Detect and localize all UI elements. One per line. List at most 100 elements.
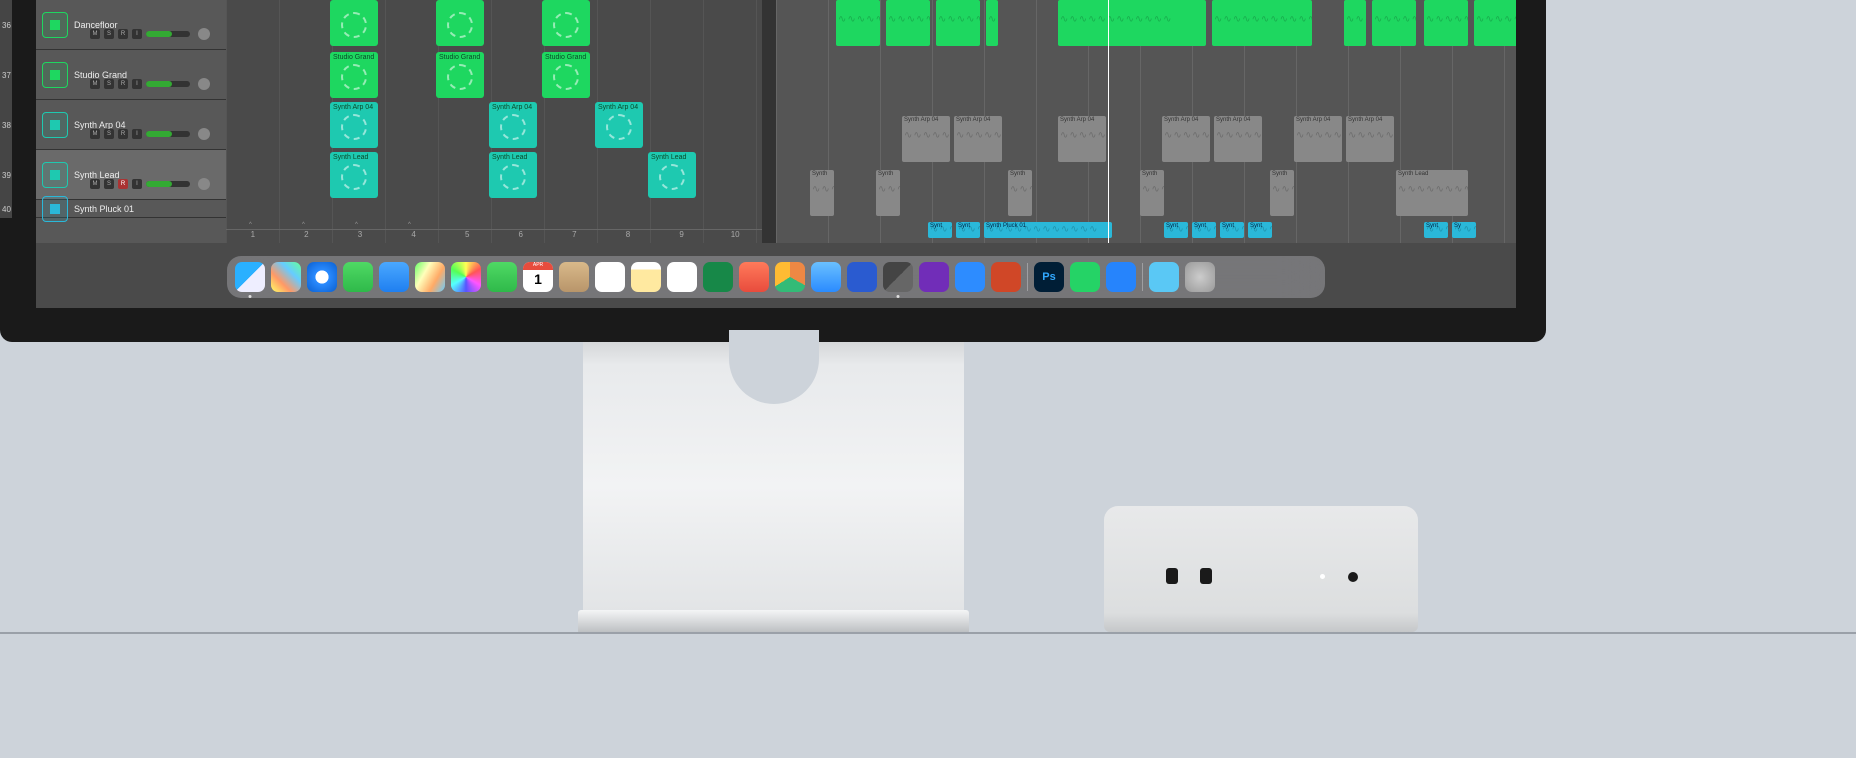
track-header[interactable]: Dancefloor MSRI — [36, 0, 226, 50]
downloads-app-icon[interactable] — [1149, 262, 1179, 292]
audio-region[interactable] — [1058, 0, 1206, 46]
audio-region[interactable]: Synth — [1270, 170, 1294, 216]
calendar-app-icon[interactable]: APR1 — [523, 262, 553, 292]
photoshop-app-icon[interactable]: Ps — [1034, 262, 1064, 292]
track-header[interactable]: Synth Arp 04 MSRI — [36, 100, 226, 150]
track-number[interactable]: 37 — [0, 50, 12, 100]
launchpad-app-icon[interactable] — [271, 262, 301, 292]
midi-region[interactable]: Synth Lead — [489, 152, 537, 198]
docs-app-icon[interactable] — [1106, 262, 1136, 292]
arrange-area-loops[interactable]: 12345678910 ^Studio GrandStudio GrandStu… — [226, 0, 762, 243]
track-number[interactable]: 38 — [0, 100, 12, 150]
track-r-button[interactable]: R — [118, 29, 128, 39]
audio-region[interactable]: Synth Arp 04 — [1346, 116, 1394, 162]
safari-app-icon[interactable] — [307, 262, 337, 292]
midi-region[interactable]: Synth Arp 04 — [595, 102, 643, 148]
finder-app-icon[interactable] — [235, 262, 265, 292]
audio-region[interactable] — [1212, 0, 1312, 46]
track-m-button[interactable]: M — [90, 29, 100, 39]
audio-region[interactable]: Synt — [956, 222, 980, 238]
track-volume-slider[interactable] — [146, 181, 190, 187]
track-r-button[interactable]: R — [118, 79, 128, 89]
audio-region[interactable]: Synt — [1424, 222, 1448, 238]
messages-app-icon[interactable] — [343, 262, 373, 292]
track-header[interactable]: Synth Lead MSRI — [36, 150, 226, 200]
arrange-area-main[interactable]: Synth Arp 04Synth Arp 04Synth Arp 04Synt… — [776, 0, 1516, 243]
audio-region[interactable] — [1372, 0, 1416, 46]
midi-region[interactable]: Synth Arp 04 — [489, 102, 537, 148]
midi-region[interactable]: Synth Arp 04 — [330, 102, 378, 148]
excel-app-icon[interactable] — [703, 262, 733, 292]
track-i-button[interactable]: I — [132, 179, 142, 189]
track-s-button[interactable]: S — [104, 29, 114, 39]
track-s-button[interactable]: S — [104, 179, 114, 189]
track-m-button[interactable]: M — [90, 179, 100, 189]
audio-region[interactable]: Synt — [1248, 222, 1272, 238]
audio-region[interactable]: Synth — [1008, 170, 1032, 216]
reminders-app-icon[interactable] — [595, 262, 625, 292]
track-volume-slider[interactable] — [146, 131, 190, 137]
track-r-button[interactable]: R — [118, 179, 128, 189]
divider[interactable] — [762, 0, 776, 243]
zoom-app-icon[interactable] — [955, 262, 985, 292]
audio-region[interactable] — [1424, 0, 1468, 46]
audio-region[interactable] — [1474, 0, 1516, 46]
audio-region[interactable] — [886, 0, 930, 46]
chrome-app-icon[interactable] — [775, 262, 805, 292]
notes-app-icon[interactable] — [631, 262, 661, 292]
track-s-button[interactable]: S — [104, 129, 114, 139]
todoist-app-icon[interactable] — [739, 262, 769, 292]
playhead[interactable] — [1108, 0, 1109, 243]
track-pan-knob[interactable] — [198, 128, 210, 140]
midi-region[interactable]: Studio Grand — [436, 52, 484, 98]
track-pan-knob[interactable] — [198, 78, 210, 90]
track-header[interactable]: Studio Grand MSRI — [36, 50, 226, 100]
audio-region[interactable]: Synth — [1140, 170, 1164, 216]
audio-region[interactable] — [936, 0, 980, 46]
track-s-button[interactable]: S — [104, 79, 114, 89]
track-number[interactable]: 39 — [0, 150, 12, 200]
track-volume-slider[interactable] — [146, 81, 190, 87]
audio-region[interactable]: Synth — [810, 170, 834, 216]
audio-region[interactable]: Synt — [1192, 222, 1216, 238]
audio-region[interactable]: Synt — [1164, 222, 1188, 238]
audio-region[interactable]: Synth — [876, 170, 900, 216]
audio-region[interactable]: Synth Arp 04 — [954, 116, 1002, 162]
track-i-button[interactable]: I — [132, 29, 142, 39]
audio-region[interactable]: Synt — [928, 222, 952, 238]
midi-region[interactable]: Studio Grand — [542, 52, 590, 98]
midi-region[interactable]: Studio Grand — [330, 52, 378, 98]
track-r-button[interactable]: R — [118, 129, 128, 139]
xcode-app-icon[interactable] — [811, 262, 841, 292]
track-header[interactable]: Synth Pluck 01 — [36, 200, 226, 218]
midi-region[interactable]: Synth Lead — [330, 152, 378, 198]
audio-region[interactable]: Synt — [1220, 222, 1244, 238]
audio-region[interactable] — [1344, 0, 1366, 46]
audio-region[interactable]: Sy — [1452, 222, 1476, 238]
whatsapp-app-icon[interactable] — [1070, 262, 1100, 292]
audio-region[interactable]: Synth Lead — [1396, 170, 1468, 216]
track-volume-slider[interactable] — [146, 31, 190, 37]
midi-region[interactable]: Synth Lead — [648, 152, 696, 198]
shortcuts-app-icon[interactable] — [883, 262, 913, 292]
audio-region[interactable] — [836, 0, 880, 46]
midi-region[interactable] — [542, 0, 590, 46]
photos-app-icon[interactable] — [451, 262, 481, 292]
track-pan-knob[interactable] — [198, 178, 210, 190]
facetime-app-icon[interactable] — [487, 262, 517, 292]
powerpoint-app-icon[interactable] — [991, 262, 1021, 292]
track-i-button[interactable]: I — [132, 79, 142, 89]
audio-region[interactable]: Synth Arp 04 — [902, 116, 950, 162]
audio-region[interactable]: Synth Pluck 01 — [984, 222, 1112, 238]
track-i-button[interactable]: I — [132, 129, 142, 139]
maps-app-icon[interactable] — [415, 262, 445, 292]
track-m-button[interactable]: M — [90, 129, 100, 139]
trash-app-icon[interactable] — [1185, 262, 1215, 292]
audio-region[interactable] — [986, 0, 998, 46]
affinity-app-icon[interactable] — [919, 262, 949, 292]
track-m-button[interactable]: M — [90, 79, 100, 89]
word-app-icon[interactable] — [847, 262, 877, 292]
audio-region[interactable]: Synth Arp 04 — [1162, 116, 1210, 162]
track-pan-knob[interactable] — [198, 28, 210, 40]
audio-region[interactable]: Synth Arp 04 — [1294, 116, 1342, 162]
